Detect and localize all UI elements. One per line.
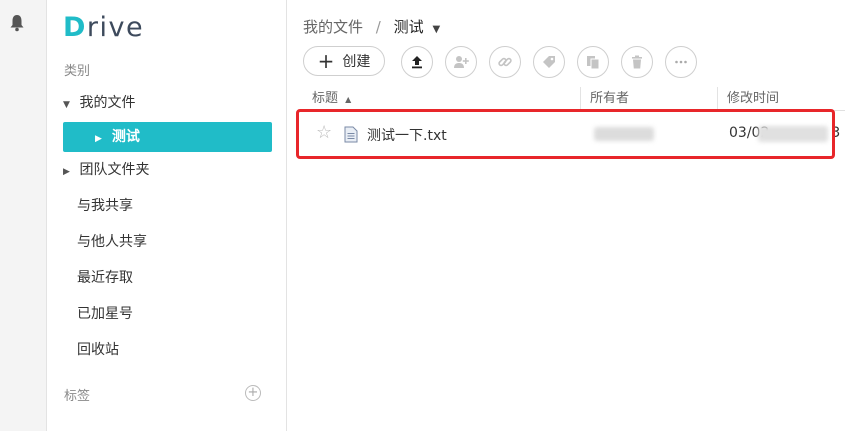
copy-icon	[587, 56, 600, 70]
sidebar-item-label: 团队文件夹	[79, 162, 150, 178]
tags-label: 标签	[64, 389, 91, 404]
add-tag-icon[interactable]: +	[245, 385, 261, 401]
caret-down-icon[interactable]: ▼	[432, 24, 440, 35]
drive-logo[interactable]: Drive	[63, 12, 144, 43]
sidebar-item-label: 我的文件	[79, 95, 136, 111]
plus-icon: +	[317, 49, 335, 73]
upload-button[interactable]	[401, 46, 433, 78]
create-button[interactable]: + 创建	[303, 46, 385, 76]
create-label: 创建	[342, 54, 371, 70]
column-divider[interactable]	[580, 87, 581, 111]
main-content: 我的文件 / 测试 ▼ + 创建 标题 ▲ 所有者 修改时间 ☆ 测试一下.tx…	[288, 0, 845, 431]
sidebar-item-test-folder[interactable]: ▶ 测试	[63, 122, 272, 152]
column-header-title[interactable]: 标题 ▲	[312, 87, 351, 111]
notification-rail	[0, 0, 47, 431]
sidebar-item-starred[interactable]: 已加星号	[77, 299, 133, 329]
sidebar-item-label: 测试	[111, 129, 140, 145]
add-user-icon	[454, 56, 469, 68]
sidebar-item-recycle-bin[interactable]: 回收站	[77, 335, 119, 365]
sidebar-item-my-files[interactable]: ▼ 我的文件	[63, 88, 135, 118]
tag-icon	[543, 56, 555, 68]
sidebar-item-shared-with-others[interactable]: 与他人共享	[77, 227, 147, 257]
sidebar-item-recent[interactable]: 最近存取	[77, 263, 133, 293]
breadcrumb-root[interactable]: 我的文件	[303, 18, 363, 36]
copy-button[interactable]	[577, 46, 609, 78]
column-header-owner[interactable]: 所有者	[590, 87, 629, 111]
tag-button[interactable]	[533, 46, 565, 78]
delete-icon	[632, 55, 642, 69]
table-header: 标题 ▲ 所有者 修改时间	[302, 87, 845, 111]
delete-button[interactable]	[621, 46, 653, 78]
bell-icon[interactable]	[9, 14, 25, 32]
link-icon	[498, 57, 512, 67]
sidebar-item-team-folders[interactable]: ▶ 团队文件夹	[63, 155, 149, 185]
highlight-annotation-box	[296, 109, 835, 159]
breadcrumb-separator: /	[375, 18, 381, 36]
caret-right-icon[interactable]: ▶	[95, 124, 107, 154]
breadcrumb-current[interactable]: 测试	[394, 18, 424, 36]
column-header-modified[interactable]: 修改时间	[727, 87, 779, 111]
sidebar-item-shared-with-me[interactable]: 与我共享	[77, 191, 133, 221]
sort-asc-icon: ▲	[345, 95, 352, 104]
category-label: 类别	[64, 64, 91, 79]
link-button[interactable]	[489, 46, 521, 78]
more-icon	[675, 60, 687, 64]
sidebar: Drive 类别 ▼ 我的文件 ▶ 测试 ▶ 团队文件夹 与我共享 与他人共享 …	[47, 0, 287, 431]
more-button[interactable]	[665, 46, 697, 78]
upload-icon	[412, 56, 422, 69]
column-divider[interactable]	[717, 87, 718, 111]
share-user-button[interactable]	[445, 46, 477, 78]
caret-right-icon[interactable]: ▶	[63, 157, 75, 187]
breadcrumb: 我的文件 / 测试 ▼	[303, 16, 440, 37]
caret-down-icon[interactable]: ▼	[63, 90, 75, 120]
